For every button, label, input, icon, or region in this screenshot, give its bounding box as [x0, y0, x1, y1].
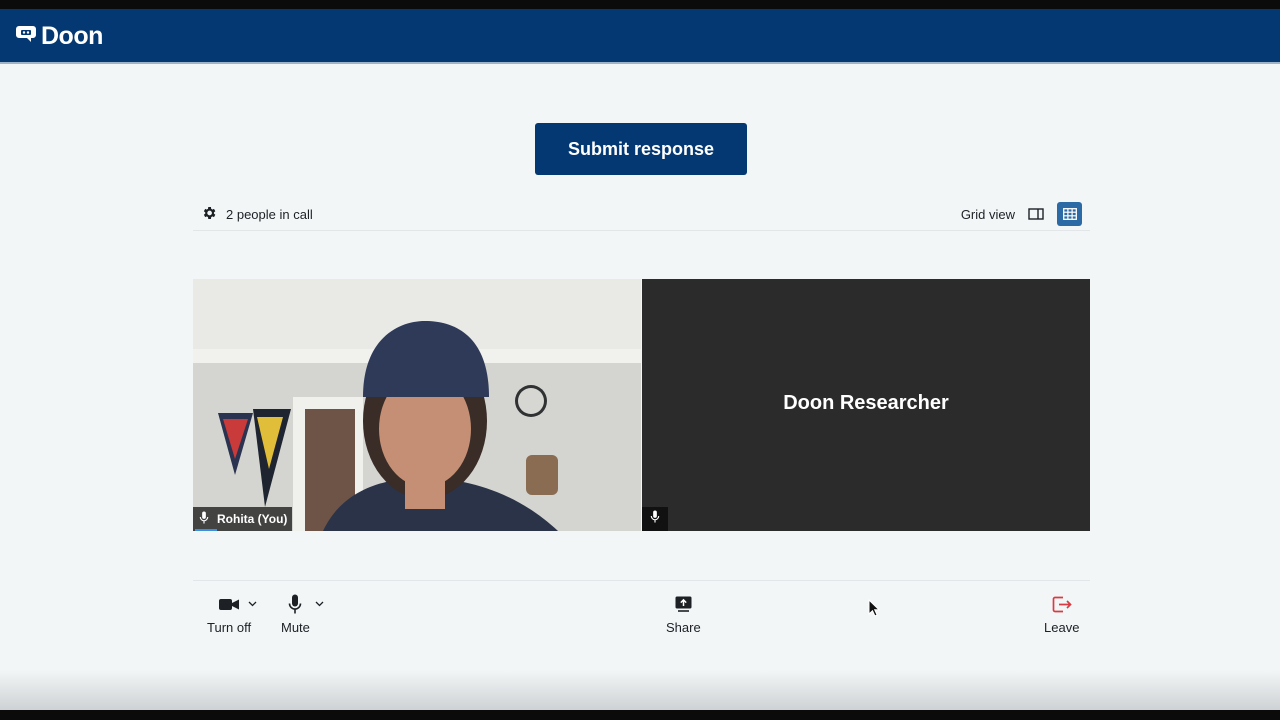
mouse-pointer-icon [868, 598, 881, 622]
call-info-bar: 2 people in call Grid view [193, 200, 1090, 231]
camera-toggle-button[interactable]: Turn off [207, 593, 251, 635]
leave-label: Leave [1044, 620, 1080, 635]
mute-label: Mute [281, 620, 310, 635]
grid-view-icon [1062, 208, 1077, 220]
app-name: Doon [41, 22, 103, 50]
chevron-down-icon [315, 601, 324, 607]
share-label: Share [666, 620, 701, 635]
microphone-icon [288, 593, 302, 615]
view-controls: Grid view [961, 202, 1082, 226]
participant-video-feed [193, 279, 641, 531]
share-screen-button[interactable]: Share [666, 593, 701, 635]
chevron-down-icon [248, 601, 257, 607]
leave-icon [1052, 593, 1072, 615]
app-logo[interactable]: Doon [16, 22, 103, 51]
gear-icon[interactable] [201, 205, 217, 224]
camera-toggle-label: Turn off [207, 620, 252, 635]
grid-view-button[interactable] [1057, 202, 1082, 226]
participant-mic-status [642, 507, 668, 531]
participant-video-tile-researcher[interactable]: Doon Researcher [642, 279, 1090, 531]
window-top-edge [0, 0, 1280, 9]
people-count-label: 2 people in call [226, 207, 313, 222]
participant-name-tag: Rohita (You) [193, 507, 293, 531]
video-camera-icon [219, 593, 240, 615]
submit-response-button[interactable]: Submit response [535, 123, 747, 175]
participant-name: Doon Researcher [783, 392, 949, 414]
window-bottom-shade [0, 670, 1280, 710]
microphone-icon [650, 510, 660, 528]
grid-view-label: Grid view [960, 206, 1015, 222]
microphone-icon [199, 511, 209, 527]
sidebar-view-icon [1028, 208, 1044, 220]
share-screen-icon [675, 593, 692, 615]
chat-bubble-logo-icon [16, 23, 38, 50]
window-bottom-edge [0, 710, 1280, 720]
app-header: Doon [0, 9, 1280, 64]
camera-options-chevron[interactable] [248, 594, 257, 612]
mic-options-chevron[interactable] [315, 594, 324, 612]
mute-button[interactable]: Mute [281, 593, 310, 635]
participant-video-tile-self[interactable]: Rohita (You) [193, 279, 641, 531]
call-settings[interactable]: 2 people in call [201, 205, 313, 224]
sidebar-view-button[interactable] [1025, 203, 1047, 225]
participant-name: Rohita (You) [217, 512, 288, 526]
audio-level-indicator [195, 529, 217, 531]
leave-call-button[interactable]: Leave [1044, 593, 1079, 635]
call-controls-bar: Turn off Mute Share Leave [193, 580, 1090, 641]
